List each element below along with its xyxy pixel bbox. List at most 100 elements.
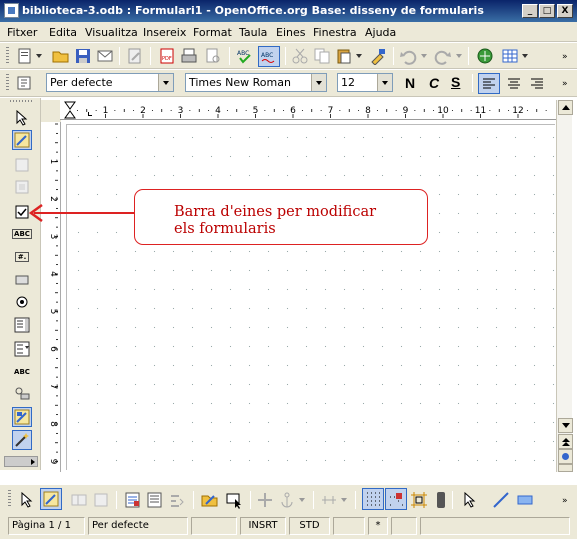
chevron-down-icon[interactable] [377,74,392,91]
minimize-button[interactable]: _ [522,4,538,18]
scroll-down-button[interactable] [558,418,573,433]
menu-eines[interactable]: Eines [276,26,305,39]
redo-icon[interactable] [434,47,452,65]
design-mode-button[interactable] [12,130,32,150]
toolbar-scroll-button[interactable] [4,456,38,467]
line-icon[interactable] [492,491,510,509]
next-page-button[interactable] [558,464,573,472]
cut-icon[interactable] [291,47,309,65]
form-properties-button[interactable] [12,177,32,197]
menu-ajuda[interactable]: Ajuda [365,26,396,39]
align-center-icon[interactable] [505,75,523,93]
open-folder-icon[interactable] [52,47,70,65]
add-field-icon[interactable] [124,491,142,509]
insert-mode-indicator[interactable]: INSRT [240,517,286,535]
toolbar-grip[interactable] [6,47,9,65]
anchor-dropdown-icon[interactable] [299,498,305,505]
italic-button[interactable]: C [429,75,439,91]
menu-format[interactable]: Format [193,26,232,39]
close-button[interactable]: X [557,4,573,18]
menu-fitxer[interactable]: Fitxer [7,26,37,39]
menu-finestra[interactable]: Finestra [313,26,357,39]
tab-stop-icon[interactable] [88,112,92,116]
control-wizard-icon[interactable] [70,491,88,509]
styles-formatting-icon[interactable] [15,74,33,92]
chevron-down-icon[interactable] [158,74,173,91]
table-icon[interactable] [501,47,519,65]
menu-edita[interactable]: Edita [49,26,77,39]
toolbar-grip[interactable] [6,74,9,92]
clone-formatting-icon[interactable] [369,47,387,65]
helplines-while-moving-icon[interactable] [410,491,428,509]
wizards-button[interactable] [12,430,32,450]
select-pointer-button[interactable] [12,108,32,128]
menu-taula[interactable]: Taula [239,26,267,39]
menu-insereix[interactable]: Insereix [143,26,186,39]
navigator-icon[interactable] [476,47,494,65]
open-in-design-mode-icon[interactable] [201,491,219,509]
rectangle-icon[interactable] [516,491,534,509]
maximize-button[interactable]: □ [539,4,555,18]
toolbar-grip[interactable] [10,100,34,102]
automatic-control-focus-icon[interactable] [225,491,243,509]
font-name-select[interactable]: Times New Roman [185,73,327,92]
paste-icon[interactable] [335,47,353,65]
push-button-control[interactable] [12,270,32,290]
edit-file-icon[interactable] [126,47,144,65]
snap-to-grid-button[interactable] [385,488,407,510]
undo-icon[interactable] [399,47,417,65]
activation-order-icon[interactable] [146,491,164,509]
new-document-icon[interactable] [16,47,34,65]
menu-visualitza[interactable]: Visualitza [85,26,138,39]
vertical-ruler[interactable]: 123456789 [45,122,61,472]
print-icon[interactable] [180,47,198,65]
list-box-control[interactable] [12,315,32,335]
toolbar-overflow-icon[interactable]: » [562,496,568,506]
alignment-dropdown-icon[interactable] [341,498,347,505]
chevron-down-icon[interactable] [311,74,326,91]
group-box-control[interactable]: ABC [12,362,32,382]
anchor-icon[interactable] [278,491,296,509]
align-right-icon[interactable] [528,75,546,93]
paste-dropdown-icon[interactable] [356,54,362,61]
vertical-scrollbar[interactable] [556,100,573,472]
form-navigator-icon[interactable] [92,491,110,509]
position-size-icon[interactable] [256,491,274,509]
bold-button[interactable]: N [405,75,415,91]
more-controls-button[interactable] [12,383,32,403]
selection-mode-indicator[interactable]: STD [289,517,330,535]
select-icon[interactable] [461,491,479,509]
previous-page-button[interactable] [558,434,573,449]
indent-marker-icon[interactable] [64,101,76,119]
redo-dropdown-icon[interactable] [456,54,462,61]
toolbar-overflow-icon[interactable]: » [562,79,568,89]
save-icon[interactable] [74,47,92,65]
underline-button[interactable]: S [451,74,460,90]
horizontal-ruler[interactable]: 1 2 3 4 5 6 7 8 9 10 11 12 [60,100,556,120]
new-dropdown-icon[interactable] [36,54,42,61]
scroll-up-button[interactable] [558,100,573,115]
control-properties-button[interactable] [12,155,32,175]
export-pdf-icon[interactable]: PDF [158,47,176,65]
email-icon[interactable] [96,47,114,65]
spellcheck-icon[interactable]: ABC [236,47,254,65]
formatted-field-button[interactable]: #. [12,247,32,267]
page-style-indicator[interactable]: Per defecte [88,517,188,535]
toolbar-grip[interactable] [8,490,11,508]
font-size-select[interactable]: 12 [337,73,393,92]
paragraph-style-select[interactable]: Per defecte [46,73,174,92]
label-field-button[interactable]: ABC [12,224,32,244]
pointer-icon[interactable] [18,491,36,509]
align-left-button[interactable] [478,73,500,94]
display-grid-button[interactable] [362,488,384,510]
design-mode-button[interactable] [40,488,62,510]
form-design-button[interactable] [12,407,32,427]
page-preview-icon[interactable] [204,47,222,65]
autospellcheck-button[interactable]: ABC [258,46,280,67]
copy-icon[interactable] [313,47,331,65]
option-button-control[interactable] [12,292,32,312]
alignment-icon[interactable] [320,491,338,509]
navigation-button[interactable] [558,449,573,464]
table-dropdown-icon[interactable] [522,54,528,61]
tab-order-icon[interactable] [168,491,186,509]
